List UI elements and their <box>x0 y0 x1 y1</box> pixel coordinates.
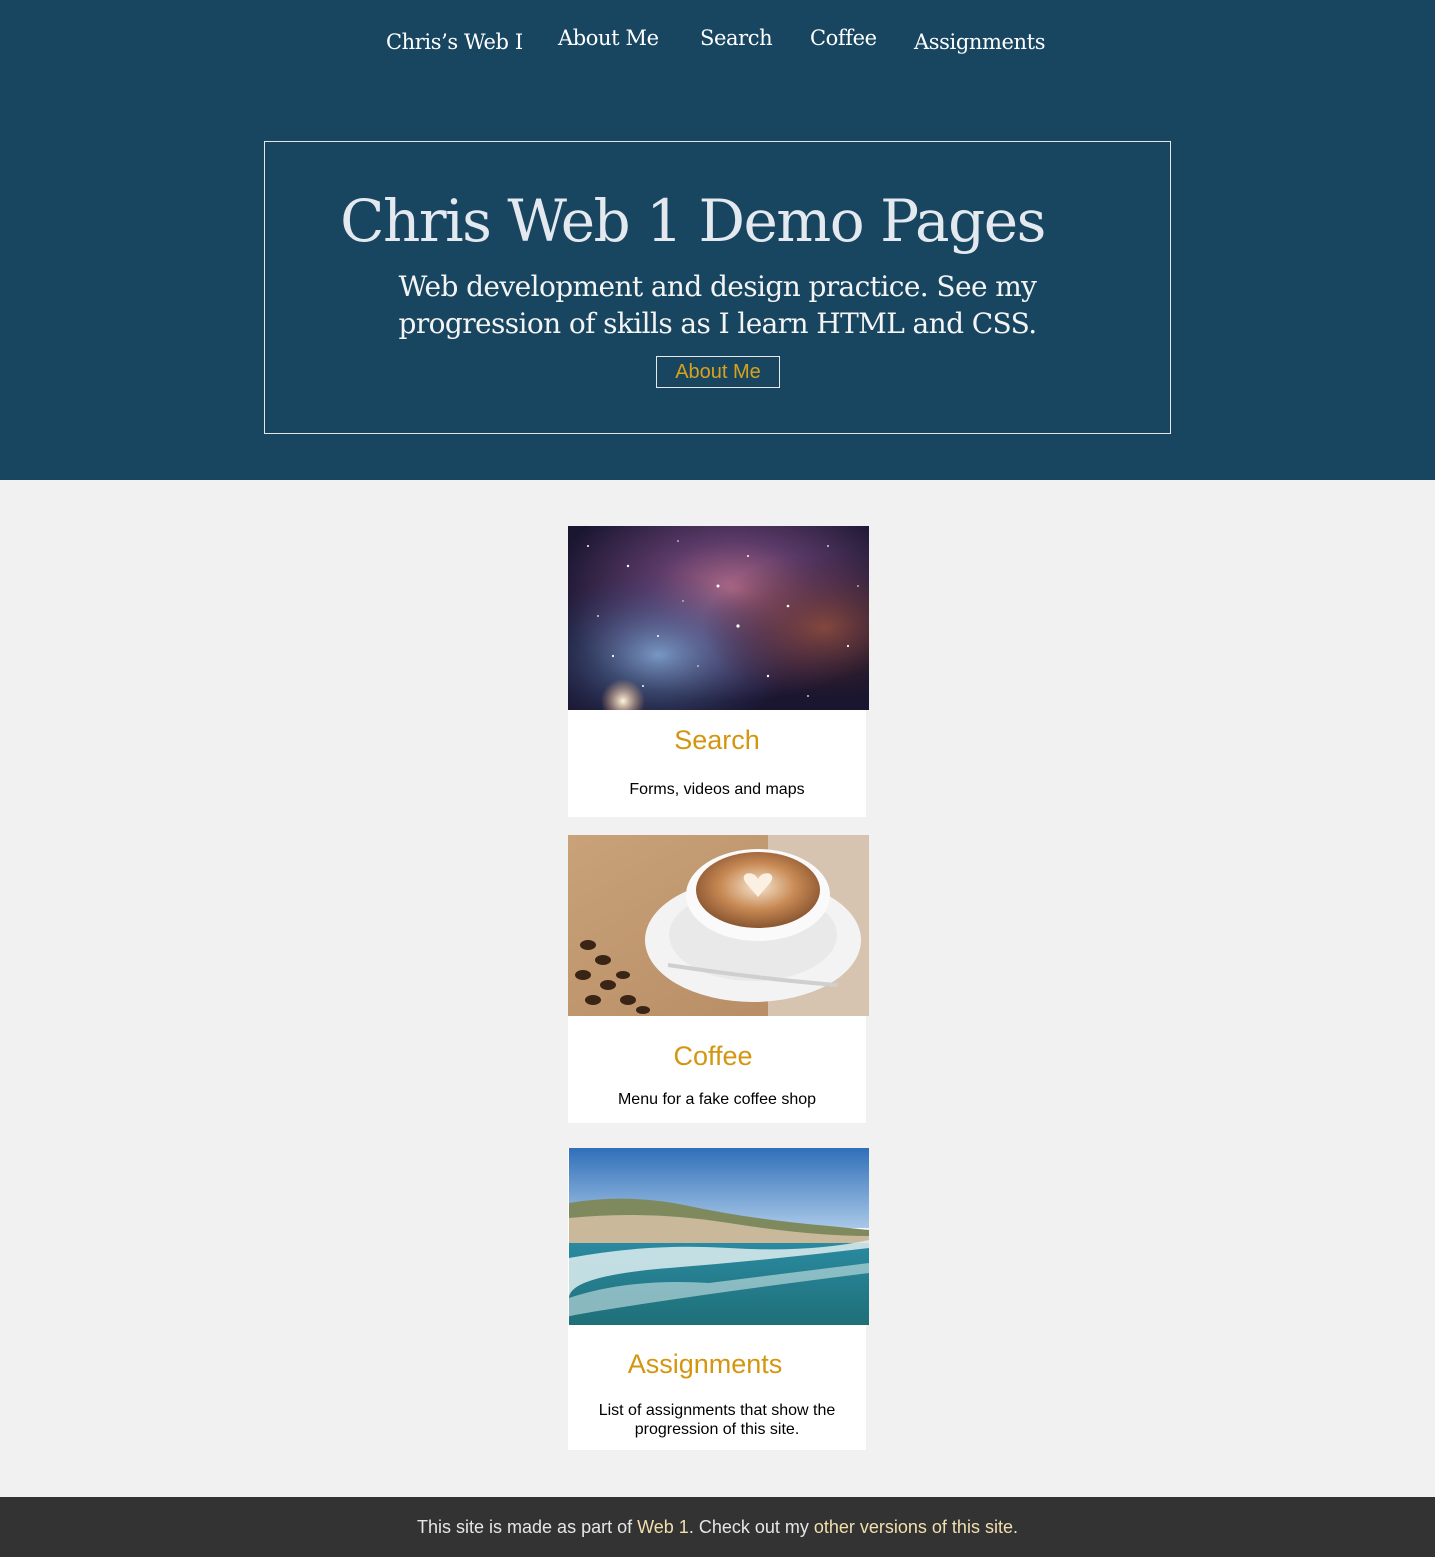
footer-text-middle: . Check out my <box>688 1517 814 1537</box>
card-title[interactable]: Search <box>568 725 866 756</box>
card-coffee[interactable]: Coffee Menu for a fake coffee shop <box>568 835 869 1123</box>
beach-image[interactable] <box>569 1148 870 1325</box>
nav-link-about[interactable]: About Me <box>558 26 659 50</box>
nav-link-coffee[interactable]: Coffee <box>810 26 877 50</box>
site-header: Chris’s Web I About Me Search Coffee Ass… <box>0 0 1435 480</box>
nav-link-assignments[interactable]: Assignments <box>914 30 1045 54</box>
card-description: Menu for a fake coffee shop <box>617 1091 817 1108</box>
footer-text-prefix: This site is made as part of <box>417 1517 638 1537</box>
card-assignments[interactable]: Assignments List of assignments that sho… <box>568 1148 869 1450</box>
hero-title: Chris Web 1 Demo Pages <box>340 187 1046 255</box>
card-description: Forms, videos and maps <box>629 781 805 798</box>
card-title[interactable]: Assignments <box>556 1349 854 1380</box>
card-title[interactable]: Coffee <box>564 1041 862 1072</box>
about-me-button[interactable]: About Me <box>656 356 780 388</box>
card-search[interactable]: Search Forms, videos and maps <box>568 526 869 817</box>
footer-text-suffix: . <box>1012 1517 1018 1537</box>
latte-image[interactable] <box>568 835 869 1016</box>
site-footer: This site is made as part of Web 1. Chec… <box>0 1497 1435 1557</box>
footer-link-web1[interactable]: Web 1 <box>637 1517 689 1537</box>
nebula-image[interactable] <box>568 526 869 710</box>
card-description: List of assignments that show the progre… <box>598 1402 836 1438</box>
footer-link-other-versions[interactable]: other versions of this site <box>814 1517 1013 1537</box>
nav-brand-link[interactable]: Chris’s Web I <box>386 30 523 54</box>
nav-link-search[interactable]: Search <box>700 26 773 50</box>
hero-subtitle: Web development and design practice. See… <box>398 270 1038 340</box>
hero-box: Chris Web 1 Demo Pages Web development a… <box>264 141 1171 434</box>
